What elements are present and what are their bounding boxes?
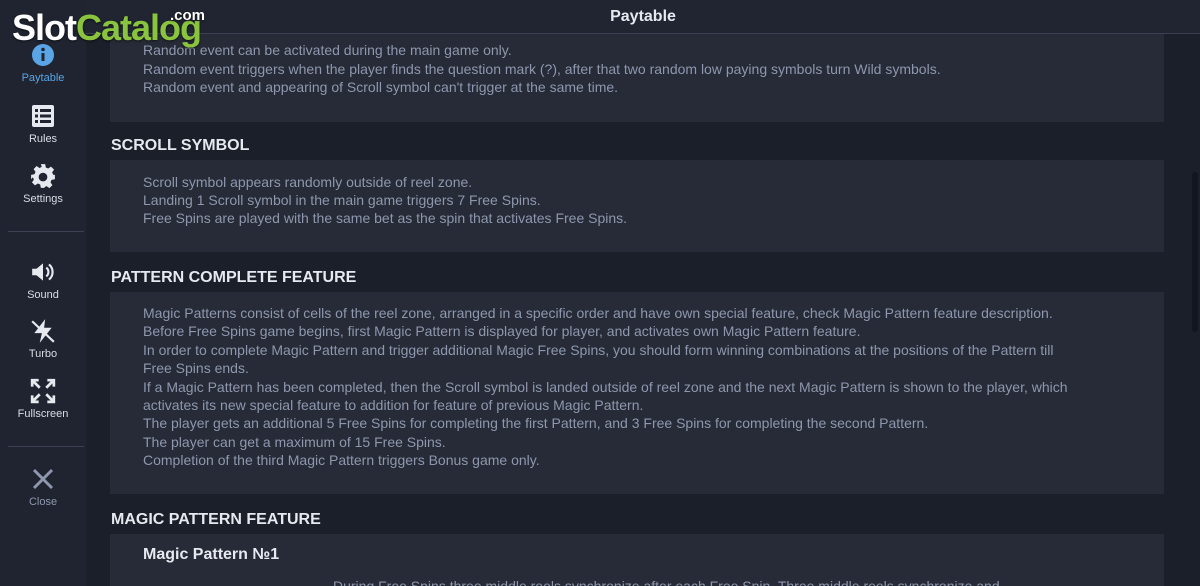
- scroll-symbol-panel: Scroll symbol appears randomly outside o…: [110, 160, 1164, 252]
- pattern-complete-panel: Magic Patterns consist of cells of the r…: [110, 292, 1164, 494]
- scrollbar[interactable]: [1189, 34, 1200, 586]
- sidebar-item-sound[interactable]: Sound: [0, 259, 86, 311]
- pattern-complete-line: Free Spins ends.: [143, 360, 249, 376]
- scrollbar-thumb[interactable]: [1192, 172, 1198, 332]
- sidebar-item-label: Paytable: [21, 72, 65, 84]
- random-event-panel: Random event can be activated during the…: [110, 34, 1164, 122]
- list-icon: [30, 103, 56, 129]
- scroll-symbol-line: Landing 1 Scroll symbol in the main game…: [143, 192, 541, 208]
- sidebar-item-label: Turbo: [28, 348, 58, 360]
- pattern-complete-line: If a Magic Pattern has been completed, t…: [143, 379, 1068, 395]
- pattern-complete-line: Before Free Spins game begins, first Mag…: [143, 323, 861, 339]
- header: Paytable: [86, 0, 1200, 34]
- sidebar-item-label: Sound: [27, 289, 59, 301]
- lightning-icon: [30, 318, 56, 344]
- sidebar-item-label: Close: [28, 496, 58, 508]
- sidebar-divider: [8, 446, 84, 447]
- pattern-complete-line: activates its new special feature to add…: [143, 397, 644, 413]
- fullscreen-icon: [30, 378, 56, 404]
- scroll-symbol-title: SCROLL SYMBOL: [111, 137, 250, 154]
- sidebar-item-fullscreen[interactable]: Fullscreen: [0, 378, 86, 430]
- random-event-line: Random event triggers when the player fi…: [143, 61, 941, 77]
- sidebar-item-label: Settings: [23, 193, 63, 205]
- speaker-icon: [30, 259, 56, 285]
- scroll-symbol-line: Free Spins are played with the same bet …: [143, 210, 628, 226]
- sidebar-divider: [8, 231, 84, 232]
- sidebar-item-turbo[interactable]: Turbo: [0, 318, 86, 370]
- scroll-symbol-line: Scroll symbol appears randomly outside o…: [143, 174, 473, 190]
- random-event-line: Random event and appearing of Scroll sym…: [143, 79, 619, 95]
- pattern-complete-line: Magic Patterns consist of cells of the r…: [143, 305, 1053, 321]
- paytable-content: Random event can be activated during the…: [86, 34, 1186, 586]
- pattern-complete-title: PATTERN COMPLETE FEATURE: [111, 269, 357, 286]
- magic-pattern-panel: Magic Pattern №1 During Free Spins three…: [110, 534, 1164, 586]
- pattern-complete-line: The player gets an additional 5 Free Spi…: [143, 415, 929, 431]
- watermark-slot-text: Slot: [12, 7, 77, 48]
- page-title: Paytable: [610, 7, 676, 25]
- watermark-com-text: .com: [170, 7, 206, 24]
- pattern-complete-line: In order to complete Magic Pattern and t…: [143, 342, 1054, 358]
- sidebar-item-label: Fullscreen: [17, 408, 69, 420]
- sidebar-item-label: Rules: [28, 133, 58, 145]
- gear-icon: [30, 163, 56, 189]
- magic-pattern-title: MAGIC PATTERN FEATURE: [111, 511, 321, 528]
- pattern-complete-line: Completion of the third Magic Pattern tr…: [143, 452, 540, 468]
- close-icon: [30, 466, 56, 492]
- sidebar-item-rules[interactable]: Rules: [0, 103, 86, 155]
- magic-pattern-subtitle: Magic Pattern №1: [143, 546, 280, 563]
- sidebar-item-settings[interactable]: Settings: [0, 163, 86, 215]
- pattern-complete-line: The player can get a maximum of 15 Free …: [143, 434, 446, 450]
- sidebar-item-close[interactable]: Close: [0, 466, 86, 518]
- slotcatalog-watermark: SlotCatalog .com: [12, 7, 205, 48]
- sidebar-item-paytable[interactable]: Paytable: [0, 42, 86, 94]
- sidebar: Paytable Rules Settings Sound Turbo Full…: [0, 0, 86, 586]
- magic-pattern-line: During Free Spins three middle reels syn…: [333, 578, 1000, 586]
